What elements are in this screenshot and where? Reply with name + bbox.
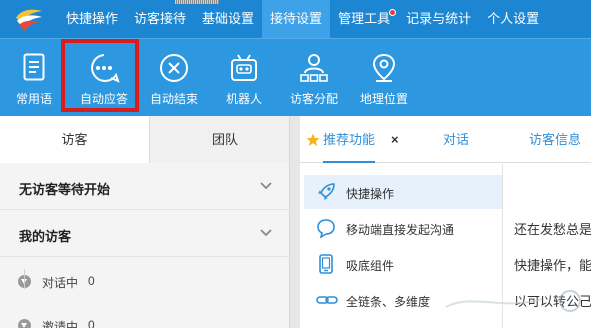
toolbar-button-robot[interactable]: 机器人 <box>212 39 276 117</box>
nav-item-visitor-reception[interactable]: 访客接待 <box>126 0 194 38</box>
visitor-panel: 访客 团队 无访客等待开始 我的访客 对话中 0 邀请中 0 <box>0 116 300 328</box>
list-item-inviting[interactable]: 邀请中 0 <box>0 310 300 328</box>
section-title: 我的访客 <box>19 229 72 244</box>
toolbar-label: 常用语 <box>15 92 52 106</box>
rocket-icon <box>318 183 335 200</box>
app-logo[interactable] <box>14 6 44 32</box>
watermark-logo <box>445 290 581 312</box>
toolbar-label: 访客分配 <box>289 92 338 106</box>
tab-recommended-features[interactable]: 推荐功能 <box>323 116 376 163</box>
list-item-label: 对话中 <box>42 276 79 290</box>
notification-dot <box>389 9 397 16</box>
highlight-annotation-box <box>61 39 139 112</box>
tab-team[interactable]: 团队 <box>150 116 300 163</box>
list-item-label: 邀请中 <box>42 320 79 328</box>
toolbar-button-common-phrases[interactable]: 常用语 <box>2 39 66 117</box>
feature-item-mobile-initiate[interactable]: 移动端直接发起沟通 <box>304 211 503 245</box>
nav-item-personal-settings[interactable]: 个人设置 <box>479 0 547 38</box>
section-title: 无访客等待开始 <box>19 182 111 197</box>
chevron-down-icon <box>260 229 272 237</box>
feature-description-line: 快捷操作，能 <box>514 258 591 273</box>
feature-item-quick-actions[interactable]: 快捷操作 <box>304 175 503 209</box>
document-icon <box>23 53 45 81</box>
nav-item-quick-actions[interactable]: 快捷操作 <box>58 0 126 38</box>
nav-item-management-tools[interactable]: 管理工具 <box>330 0 398 38</box>
feature-description-line: 还在发愁总是 <box>514 222 591 237</box>
tab-visitors[interactable]: 访客 <box>0 116 150 163</box>
feature-label: 全链条、多维度 <box>346 295 431 309</box>
list-item-count: 0 <box>88 318 95 328</box>
tree-connector <box>24 269 25 289</box>
chevron-down-icon <box>260 182 272 190</box>
section-waiting-visitors[interactable]: 无访客等待开始 <box>0 164 300 210</box>
visitor-panel-tabs: 访客 团队 <box>0 116 300 163</box>
list-item-count: 0 <box>88 274 95 288</box>
tab-conversation[interactable]: 对话 <box>443 116 469 163</box>
star-icon <box>306 133 320 146</box>
mobile-icon <box>319 254 333 274</box>
tab-visitor-info[interactable]: 访客信息 <box>529 116 581 163</box>
nav-item-label: 管理工具 <box>338 11 391 26</box>
nav-item-records-stats[interactable]: 记录与统计 <box>398 0 479 38</box>
top-nav-bar: 快捷操作 访客接待 基础设置 接待设置 管理工具 记录与统计 个人设置 <box>0 0 591 38</box>
feature-label: 快捷操作 <box>346 187 395 201</box>
toolbar-label: 机器人 <box>225 92 262 106</box>
feature-label: 吸底组件 <box>346 259 395 273</box>
toolbar-label: 地理位置 <box>359 92 408 106</box>
feature-item-bottom-widget[interactable]: 吸底组件 <box>304 247 503 281</box>
speech-bubble-icon <box>317 219 335 238</box>
robot-icon <box>231 54 257 81</box>
toolbar: 常用语 自动应答 自动结束 机器人 访客分配 地理位置 <box>0 38 591 116</box>
feature-panel: 推荐功能 × 对话 访客信息 快捷操作 移动端直接发起沟通 吸底组件 全链条、多… <box>300 116 591 328</box>
list-item-in-conversation[interactable]: 对话中 0 <box>0 266 300 296</box>
panel-splitter[interactable] <box>289 116 300 328</box>
location-pin-icon <box>372 53 396 82</box>
circle-x-icon <box>160 54 188 82</box>
toolbar-button-visitor-distribution[interactable]: 访客分配 <box>282 39 346 117</box>
toolbar-button-location[interactable]: 地理位置 <box>352 39 416 117</box>
link-icon <box>316 296 338 304</box>
close-tab-button[interactable]: × <box>391 133 399 146</box>
toolbar-button-auto-end[interactable]: 自动结束 <box>142 39 206 117</box>
section-my-visitors[interactable]: 我的访客 <box>0 211 300 257</box>
nav-item-basic-settings[interactable]: 基础设置 <box>194 0 262 38</box>
feature-label: 移动端直接发起沟通 <box>346 223 455 237</box>
feature-panel-tabs: 推荐功能 × 对话 访客信息 <box>300 116 591 163</box>
expand-dot-icon <box>18 319 31 328</box>
nav-item-reception-settings[interactable]: 接待设置 <box>262 0 331 38</box>
toolbar-label: 自动结束 <box>149 92 198 106</box>
user-distribute-icon <box>300 54 328 82</box>
